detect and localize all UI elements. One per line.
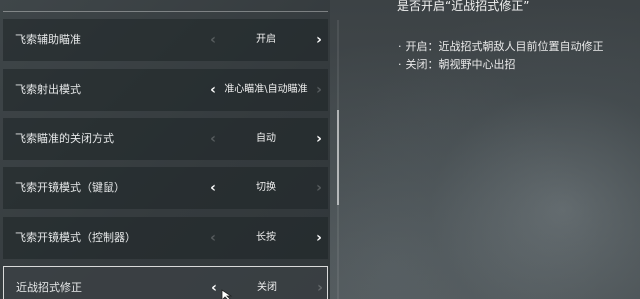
chevron-right-icon[interactable]: ›	[312, 19, 326, 61]
setting-value: 自动	[256, 133, 276, 144]
chevron-right-icon[interactable]: ›	[312, 69, 326, 111]
setting-value: 准心瞄准\自动瞄准	[224, 84, 308, 95]
scrollbar-thumb[interactable]	[337, 110, 339, 205]
setting-label: 飞索瞄准的关闭方式	[15, 132, 114, 145]
chevron-right-icon[interactable]: ›	[312, 167, 326, 209]
setting-value: 长按	[256, 232, 276, 243]
setting-value: 开启	[256, 34, 276, 45]
setting-label: 飞索辅助瞄准	[15, 33, 81, 46]
settings-panel: 飞索辅助瞄准 ‹ 开启 › 飞索射出模式 ‹ 准心瞄准\自动瞄准 › 飞索瞄准的…	[0, 0, 330, 299]
setting-label: 近战招式修正	[16, 281, 82, 294]
setting-row-melee-correction[interactable]: 近战招式修正 ‹ 关闭 ›	[3, 266, 328, 299]
chevron-left-icon[interactable]: ‹	[206, 118, 220, 160]
description-title: 是否开启“近战招式修正”	[397, 0, 530, 13]
setting-row-grapple-scope-keyboard[interactable]: 飞索开镜模式（键鼠） ‹ 切换 ›	[3, 167, 328, 209]
chevron-left-icon[interactable]: ‹	[206, 19, 220, 61]
setting-row-grapple-aim-close-mode[interactable]: 飞索瞄准的关闭方式 ‹ 自动 ›	[3, 118, 328, 160]
setting-row-grapple-scope-controller[interactable]: 飞索开镜模式（控制器） ‹ 长按 ›	[3, 217, 328, 259]
chevron-right-icon[interactable]: ›	[312, 217, 326, 259]
chevron-left-icon[interactable]: ‹	[207, 267, 221, 299]
mouse-pointer-icon	[221, 289, 233, 299]
chevron-left-icon[interactable]: ‹	[206, 167, 220, 209]
setting-label: 飞索射出模式	[15, 83, 81, 96]
description-line-off: · 关闭：朝视野中心出招	[398, 56, 516, 72]
chevron-right-icon[interactable]: ›	[312, 118, 326, 160]
setting-value: 切换	[256, 182, 276, 193]
setting-label: 飞索开镜模式（键鼠）	[15, 181, 125, 194]
description-text: 开启：近战招式朝敌人目前位置自动修正	[405, 40, 604, 53]
description-line-on: · 开启：近战招式朝敌人目前位置自动修正	[398, 38, 604, 54]
bullet-icon: ·	[398, 58, 402, 71]
chevron-left-icon[interactable]: ‹	[206, 69, 220, 111]
setting-row-grapple-aim-assist[interactable]: 飞索辅助瞄准 ‹ 开启 ›	[3, 19, 328, 61]
divider	[3, 11, 328, 12]
setting-label: 飞索开镜模式（控制器）	[15, 231, 136, 244]
bullet-icon: ·	[398, 40, 402, 53]
chevron-left-icon[interactable]: ‹	[206, 217, 220, 259]
setting-row-grapple-fire-mode[interactable]: 飞索射出模式 ‹ 准心瞄准\自动瞄准 ›	[3, 69, 328, 111]
chevron-right-icon[interactable]: ›	[313, 267, 327, 299]
description-text: 关闭：朝视野中心出招	[405, 58, 516, 71]
